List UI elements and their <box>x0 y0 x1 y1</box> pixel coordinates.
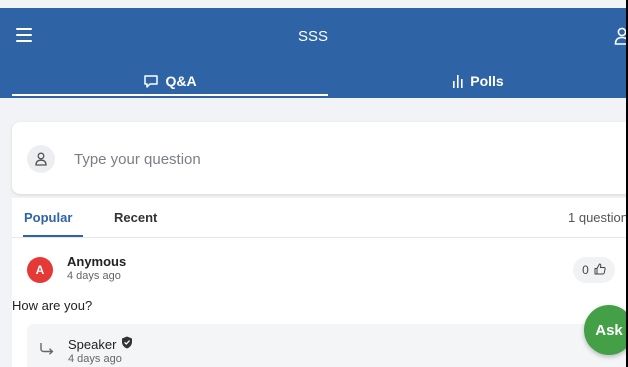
tab-recent[interactable]: Recent <box>114 210 157 225</box>
like-button[interactable]: 0 <box>573 257 615 283</box>
question-input[interactable] <box>74 148 594 170</box>
chat-bubble-icon <box>143 74 159 89</box>
reply-author: Speaker <box>68 336 133 352</box>
user-icon[interactable] <box>614 27 626 45</box>
reply-author-label: Speaker <box>68 336 117 352</box>
tab-polls[interactable]: Polls <box>330 64 626 98</box>
question-text: How are you? <box>12 298 93 313</box>
tab-qa[interactable]: Q&A <box>12 64 328 98</box>
thumbs-up-icon <box>594 263 606 278</box>
like-count: 0 <box>582 263 589 277</box>
ask-button[interactable]: Ask <box>584 305 626 355</box>
reply-arrow-icon <box>39 342 55 361</box>
verified-shield-icon <box>121 336 133 352</box>
main-tabs: Q&A Polls <box>0 64 626 98</box>
avatar: A <box>27 257 53 283</box>
ask-question-card <box>12 122 626 194</box>
tab-popular[interactable]: Popular <box>24 210 72 225</box>
question-count: 1 question <box>568 210 626 225</box>
sort-tabs: Popular Recent 1 question <box>12 198 626 238</box>
user-icon <box>27 145 55 173</box>
speaker-reply: Speaker 4 days ago <box>27 324 626 367</box>
qa-app: SSS Q&A Polls Type your question Popular… <box>0 0 626 367</box>
sort-tab-indicator <box>23 235 83 237</box>
bar-chart-icon <box>452 74 464 88</box>
active-tab-indicator <box>12 94 328 96</box>
reply-timestamp: 4 days ago <box>68 353 122 365</box>
top-bar: SSS Q&A Polls <box>0 8 626 98</box>
tab-qa-label: Q&A <box>165 73 197 89</box>
question-timestamp: 4 days ago <box>67 270 121 282</box>
event-title: SSS <box>297 28 328 45</box>
question-author: Anymous <box>67 254 127 269</box>
tab-polls-label: Polls <box>470 73 504 89</box>
question-feed: Popular Recent 1 question A Anymous 4 da… <box>12 198 626 367</box>
